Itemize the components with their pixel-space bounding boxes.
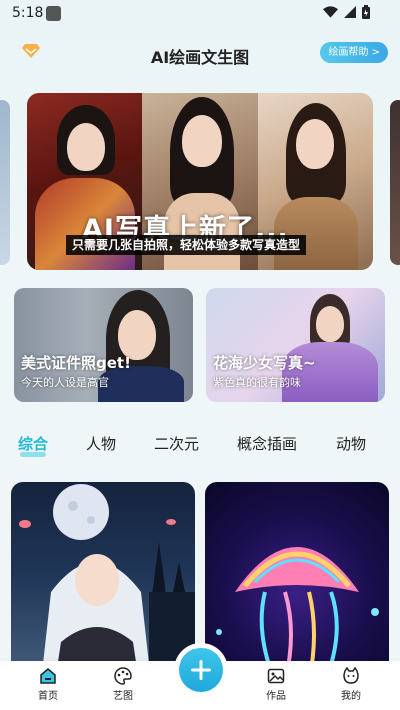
drawing-help-button[interactable]: 绘画帮助 > — [320, 42, 388, 63]
tab-all[interactable]: 综合 — [18, 433, 48, 454]
plus-icon — [191, 660, 211, 680]
nav-mine[interactable]: 我的 — [326, 667, 376, 702]
nav-works[interactable]: 作品 — [251, 667, 301, 702]
profile-icon — [343, 667, 359, 684]
tab-concept-illustration[interactable]: 概念插画 — [237, 433, 297, 454]
gallery-item-anime-girl[interactable] — [11, 482, 195, 682]
tab-animals[interactable]: 动物 — [336, 433, 366, 454]
nav-works-label: 作品 — [266, 691, 286, 702]
flower-girl-card-subtitle: 紫色真的很有韵味 — [213, 376, 301, 389]
anime-girl-artwork — [19, 484, 195, 682]
banner-subtitle: 只需要几张自拍照，轻松体验多款写真造型 — [66, 235, 307, 255]
status-icons — [323, 5, 370, 19]
status-bar: 5:18 — [0, 0, 400, 28]
nav-art[interactable]: 艺图 — [98, 667, 148, 702]
category-tabs: 综合 人物 二次元 概念插画 动物 — [0, 430, 400, 460]
palette-icon — [114, 667, 132, 685]
nav-art-label: 艺图 — [113, 691, 133, 702]
create-button[interactable] — [179, 648, 223, 692]
gallery-item-jellyfish[interactable] — [205, 482, 389, 682]
nav-home-label: 首页 — [38, 691, 58, 702]
status-time: 5:18 — [12, 5, 44, 21]
carousel-prev-slide[interactable] — [0, 100, 10, 265]
wifi-icon — [323, 6, 338, 18]
battery-icon — [362, 5, 370, 19]
id-photo-card-subtitle: 今天的人设是高官 — [21, 376, 109, 389]
notification-app-icon — [46, 6, 61, 21]
id-photo-card[interactable]: 美式证件照get! 今天的人设是高官 — [14, 288, 193, 402]
tab-people[interactable]: 人物 — [86, 433, 116, 454]
image-icon — [267, 668, 285, 684]
flower-girl-card[interactable]: 花海少女写真~ 紫色真的很有韵味 — [206, 288, 385, 402]
nav-mine-label: 我的 — [341, 691, 361, 702]
cellular-signal-icon — [344, 6, 356, 18]
jellyfish-artwork — [216, 547, 379, 682]
carousel-next-slide[interactable] — [390, 100, 400, 265]
flower-girl-card-title: 花海少女写真~ — [213, 354, 316, 372]
header: AI绘画文生图 绘画帮助 > — [0, 38, 400, 70]
nav-home[interactable]: 首页 — [23, 667, 73, 702]
tab-anime[interactable]: 二次元 — [154, 433, 199, 454]
id-photo-card-title: 美式证件照get! — [21, 354, 131, 372]
home-icon — [40, 668, 56, 684]
